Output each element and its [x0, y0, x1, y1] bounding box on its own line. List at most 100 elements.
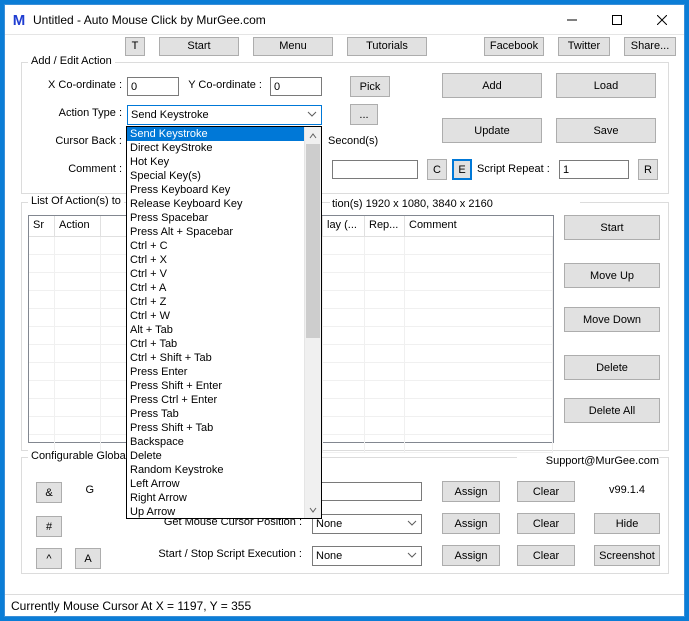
clear-3-button[interactable]: Clear	[517, 545, 575, 566]
dropdown-item[interactable]: Hot Key	[127, 155, 304, 169]
add-button[interactable]: Add	[442, 73, 542, 98]
app-window: M Untitled - Auto Mouse Click by MurGee.…	[4, 4, 685, 617]
titlebar: M Untitled - Auto Mouse Click by MurGee.…	[5, 5, 684, 35]
dropdown-item[interactable]: Ctrl + Shift + Tab	[127, 351, 304, 365]
dropdown-item[interactable]: Backspace	[127, 435, 304, 449]
script-repeat-label: Script Repeat :	[477, 163, 557, 175]
dropdown-item[interactable]: Up Arrow	[127, 505, 304, 518]
x-coord-input[interactable]	[127, 77, 179, 96]
list-of-actions-group: List Of Action(s) to tion(s) 1920 x 1080…	[21, 202, 669, 451]
dropdown-item[interactable]: Right Arrow	[127, 491, 304, 505]
tutorials-button[interactable]: Tutorials	[347, 37, 427, 56]
assign-1-button[interactable]: Assign	[442, 481, 500, 502]
row2-value: None	[316, 518, 342, 530]
dropdown-item[interactable]: Press Enter	[127, 365, 304, 379]
dropdown-item[interactable]: Delete	[127, 449, 304, 463]
screenshot-button[interactable]: Screenshot	[594, 545, 660, 566]
save-button[interactable]: Save	[556, 118, 656, 143]
dropdown-item[interactable]: Release Keyboard Key	[127, 197, 304, 211]
y-coord-input[interactable]	[270, 77, 322, 96]
clear-2-button[interactable]: Clear	[517, 513, 575, 534]
start-script-button[interactable]: Start	[564, 215, 660, 240]
update-button[interactable]: Update	[442, 118, 542, 143]
t-button[interactable]: T	[125, 37, 145, 56]
hide-button[interactable]: Hide	[594, 513, 660, 534]
menu-button[interactable]: Menu	[253, 37, 333, 56]
dropdown-item[interactable]: Ctrl + V	[127, 267, 304, 281]
caret-button[interactable]: ^	[36, 548, 62, 569]
dropdown-item[interactable]: Ctrl + C	[127, 239, 304, 253]
dropdown-item[interactable]: Left Arrow	[127, 477, 304, 491]
minimize-button[interactable]	[549, 5, 594, 35]
content-area: Add / Edit Action X Co-ordinate : Y Co-o…	[5, 57, 684, 594]
chevron-down-icon	[407, 518, 417, 531]
assign-3-button[interactable]: Assign	[442, 545, 500, 566]
share-button[interactable]: Share...	[624, 37, 676, 56]
chevron-down-icon	[407, 550, 417, 563]
clear-1-button[interactable]: Clear	[517, 481, 575, 502]
c-button[interactable]: C	[427, 159, 447, 180]
close-button[interactable]	[639, 5, 684, 35]
dropdown-item[interactable]: Direct KeyStroke	[127, 141, 304, 155]
dropdown-item[interactable]: Ctrl + W	[127, 309, 304, 323]
support-link[interactable]: Support@MurGee.com	[517, 455, 659, 467]
row2-select[interactable]: None	[312, 514, 422, 534]
start-toolbar-button[interactable]: Start	[159, 37, 239, 56]
row1-input[interactable]	[312, 482, 422, 501]
dropdown-item[interactable]: Press Alt + Spacebar	[127, 225, 304, 239]
r-button[interactable]: R	[638, 159, 658, 180]
scroll-up-icon[interactable]	[305, 127, 321, 144]
dropdown-scrollbar[interactable]	[304, 127, 321, 518]
action-type-label: Action Type :	[22, 107, 122, 119]
list-legend: List Of Action(s) to	[28, 195, 124, 207]
dropdown-item[interactable]: Press Spacebar	[127, 211, 304, 225]
maximize-button[interactable]	[594, 5, 639, 35]
comment-input[interactable]	[332, 160, 418, 179]
version-label: v99.1.4	[594, 484, 660, 496]
dropdown-item[interactable]: Press Shift + Tab	[127, 421, 304, 435]
statusbar: Currently Mouse Cursor At X = 1197, Y = …	[5, 594, 684, 616]
global-legend: Configurable Globa	[28, 450, 129, 462]
row3-select[interactable]: None	[312, 546, 422, 566]
col-sr[interactable]: Sr	[29, 216, 55, 237]
comment-label: Comment :	[22, 163, 122, 175]
hash-button[interactable]: #	[36, 516, 62, 537]
move-down-button[interactable]: Move Down	[564, 307, 660, 332]
scroll-thumb[interactable]	[306, 144, 320, 338]
load-button[interactable]: Load	[556, 73, 656, 98]
dropdown-item[interactable]: Press Shift + Enter	[127, 379, 304, 393]
dropdown-item[interactable]: Random Keystroke	[127, 463, 304, 477]
amp-button[interactable]: &	[36, 482, 62, 503]
dropdown-item[interactable]: Ctrl + X	[127, 253, 304, 267]
dropdown-item[interactable]: Press Keyboard Key	[127, 183, 304, 197]
col-delay[interactable]: lay (...	[323, 216, 365, 237]
script-repeat-input[interactable]	[559, 160, 629, 179]
action-type-dropdown: Send KeystrokeDirect KeyStrokeHot KeySpe…	[126, 126, 322, 519]
col-action[interactable]: Action	[55, 216, 101, 237]
dropdown-item[interactable]: Ctrl + A	[127, 281, 304, 295]
pick-button[interactable]: Pick	[350, 76, 390, 97]
assign-2-button[interactable]: Assign	[442, 513, 500, 534]
dropdown-item[interactable]: Press Tab	[127, 407, 304, 421]
e-button[interactable]: E	[452, 159, 472, 180]
col-comment[interactable]: Comment	[405, 216, 553, 237]
app-icon: M	[11, 12, 27, 28]
toolbar: T Start Menu Tutorials Facebook Twitter …	[5, 35, 684, 57]
move-up-button[interactable]: Move Up	[564, 263, 660, 288]
dropdown-item[interactable]: Special Key(s)	[127, 169, 304, 183]
action-type-more-button[interactable]: ...	[350, 104, 378, 125]
col-repeat[interactable]: Rep...	[365, 216, 405, 237]
x-coord-label: X Co-ordinate :	[22, 79, 122, 91]
delete-button[interactable]: Delete	[564, 355, 660, 380]
twitter-button[interactable]: Twitter	[558, 37, 610, 56]
delete-all-button[interactable]: Delete All	[564, 398, 660, 423]
dropdown-list[interactable]: Send KeystrokeDirect KeyStrokeHot KeySpe…	[127, 127, 321, 518]
dropdown-item[interactable]: Ctrl + Tab	[127, 337, 304, 351]
action-type-select[interactable]: Send Keystroke	[127, 105, 322, 125]
facebook-button[interactable]: Facebook	[484, 37, 544, 56]
scroll-down-icon[interactable]	[305, 501, 321, 518]
dropdown-item[interactable]: Alt + Tab	[127, 323, 304, 337]
dropdown-item[interactable]: Send Keystroke	[127, 127, 304, 141]
dropdown-item[interactable]: Press Ctrl + Enter	[127, 393, 304, 407]
dropdown-item[interactable]: Ctrl + Z	[127, 295, 304, 309]
